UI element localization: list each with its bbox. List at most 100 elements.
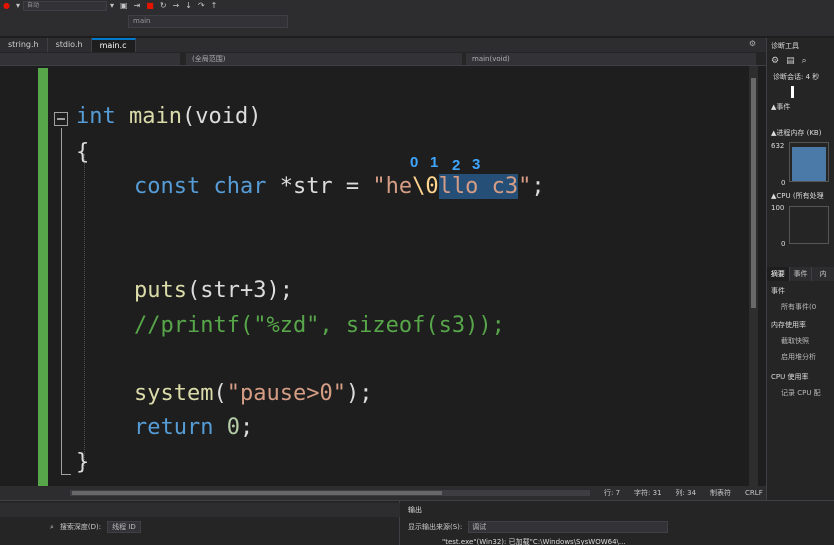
zoom-icon[interactable]: ⌕ — [802, 56, 807, 66]
all-events-link[interactable]: 所有事件(0 — [781, 302, 816, 312]
function-name: puts — [134, 278, 187, 303]
keyword: return — [134, 415, 214, 440]
save-icon[interactable]: ▤ — [786, 56, 795, 66]
code-editor[interactable]: int main(void) { const char *str = "he\0… — [0, 66, 758, 486]
snapshot-button[interactable]: 截取快照 — [781, 336, 809, 346]
keyword: int — [76, 104, 116, 129]
tab-summary[interactable]: 摘要 — [767, 267, 790, 281]
memory-header: ▲进程内存 (KB) — [771, 129, 822, 137]
settings-icon[interactable]: ⚙ — [771, 56, 779, 66]
cpu-header: ▲CPU (所有处理 — [771, 192, 824, 200]
show-next-icon[interactable]: → — [173, 0, 180, 12]
code-line-open-brace: { — [76, 140, 90, 165]
function-select[interactable]: main — [128, 15, 288, 28]
output-panel: 输出 显示输出来源(S): 调试 "test.exe"(Win32): 已加载"… — [402, 501, 834, 545]
panel-header — [0, 503, 400, 517]
editor-vertical-scrollbar[interactable] — [749, 66, 758, 486]
restart-icon[interactable]: ↻ — [160, 0, 167, 12]
step-out-icon[interactable]: ↑ — [211, 0, 218, 12]
events-header: ▲事件 — [771, 103, 791, 111]
escape-sequence: \0 — [412, 174, 439, 199]
section-events: 事件 — [771, 287, 785, 295]
timeline-marker — [791, 86, 794, 98]
code-text: ); — [345, 381, 373, 406]
section-cpu: CPU 使用率 — [771, 373, 809, 381]
output-text: "test.exe"(Win32): 已加载"C:\Windows\SysWOW… — [442, 538, 626, 545]
index-annotation-3: 3 — [472, 156, 481, 173]
secondary-toolbar: main — [0, 12, 834, 36]
thread-select[interactable]: 线程 ID — [107, 521, 141, 533]
code-text: ( — [213, 381, 227, 406]
call-stack-panel: ⌕ 搜索深度(D): 线程 ID — [0, 501, 400, 545]
scroll-thumb[interactable] — [751, 78, 756, 308]
code-text: *str = — [266, 174, 373, 199]
status-tab[interactable]: 制表符 — [710, 486, 731, 500]
tab-memory[interactable]: 内 — [812, 267, 834, 281]
code-text: ; — [531, 174, 545, 199]
tab-stdio-h[interactable]: stdio.h — [47, 38, 92, 52]
code-line-puts: puts(str+3); — [134, 278, 293, 303]
scroll-thumb[interactable] — [72, 491, 442, 495]
code-text: ; — [239, 415, 254, 440]
indent-guide — [84, 154, 85, 466]
code-text: (str+3); — [186, 278, 293, 303]
dropdown-icon[interactable]: ▾ — [110, 0, 114, 12]
outline-guide-end — [61, 474, 71, 475]
document-tabs: string.h stdio.h main.c ⚙ — [0, 38, 766, 52]
memory-graph — [789, 142, 829, 182]
tab-events[interactable]: 事件 — [790, 267, 813, 281]
memory-min: 0 — [781, 179, 786, 187]
tab-string-h[interactable]: string.h — [0, 38, 48, 52]
status-eol[interactable]: CRLF — [745, 486, 763, 500]
status-char: 字符: 31 — [634, 489, 662, 497]
tab-main-c[interactable]: main.c — [91, 38, 136, 52]
change-indicator — [38, 68, 48, 486]
collapse-toggle[interactable] — [54, 112, 68, 126]
step-into-icon[interactable]: ↓ — [185, 0, 192, 12]
cpu-profile-button[interactable]: 记录 CPU 配 — [781, 388, 821, 398]
project-select[interactable] — [0, 53, 180, 65]
function-name: main — [129, 104, 182, 129]
scope-select[interactable]: (全局范围) — [186, 53, 462, 65]
outline-guide — [61, 128, 62, 474]
cpu-min: 0 — [781, 240, 786, 248]
panel-title: 诊断工具 — [771, 42, 799, 50]
memory-max: 632 — [771, 142, 785, 150]
search-icon[interactable]: ⌕ — [50, 523, 54, 532]
index-annotation-2: 2 — [452, 157, 461, 174]
tab-settings-icon[interactable]: ⚙ — [749, 39, 756, 48]
cpu-max: 100 — [771, 204, 785, 212]
dropdown-icon[interactable]: ▾ — [16, 0, 20, 12]
main-toolbar: ● ▾ 自动 ▾ ▣ ⇥ ■ ↻ → ↓ ↷ ↑ — [0, 0, 834, 12]
heap-profiling-button[interactable]: 启用堆分析 — [781, 352, 816, 362]
code-text: (void) — [181, 104, 262, 129]
code-line-const: const char *str = "he\0llo c3"; — [134, 174, 545, 199]
stop-debug-icon[interactable]: ■ — [146, 0, 154, 12]
editor-horizontal-scrollbar[interactable] — [70, 490, 590, 496]
index-annotation-1: 1 — [430, 154, 439, 171]
step-over-icon[interactable]: ↷ — [198, 0, 205, 12]
code-line-return: return 0; — [134, 415, 253, 440]
navigation-bar: (全局范围) main(void) — [0, 52, 766, 66]
status-line: 行: 7 — [604, 489, 621, 497]
output-source-select[interactable]: 调试 — [468, 521, 669, 533]
search-depth-label: 搜索深度(D): — [59, 523, 102, 531]
config-select[interactable]: 自动 — [23, 1, 107, 11]
step-icon[interactable]: ⇥ — [134, 0, 141, 12]
string-literal: " — [518, 174, 532, 199]
break-icon[interactable]: ● — [3, 0, 10, 12]
keyword: const char — [134, 174, 267, 199]
memory-fill — [792, 147, 826, 181]
editor-status-strip: 行: 7 字符: 31 列: 34 制表符 CRLF — [0, 486, 766, 500]
output-source-label: 显示输出来源(S): — [408, 523, 463, 531]
code-line-comment: //printf("%zd", sizeof(s3)); — [134, 313, 505, 338]
string-literal: "pause>0" — [226, 381, 346, 406]
member-select[interactable]: main(void) — [466, 53, 756, 65]
output-title: 输出 — [408, 506, 422, 514]
string-literal: "he — [372, 174, 413, 199]
selected-text: llo c3 — [438, 174, 519, 199]
stop-icon[interactable]: ▣ — [120, 0, 128, 12]
section-memory: 内存使用率 — [771, 321, 806, 329]
function-name: system — [134, 381, 214, 406]
index-annotation-0: 0 — [410, 154, 419, 171]
